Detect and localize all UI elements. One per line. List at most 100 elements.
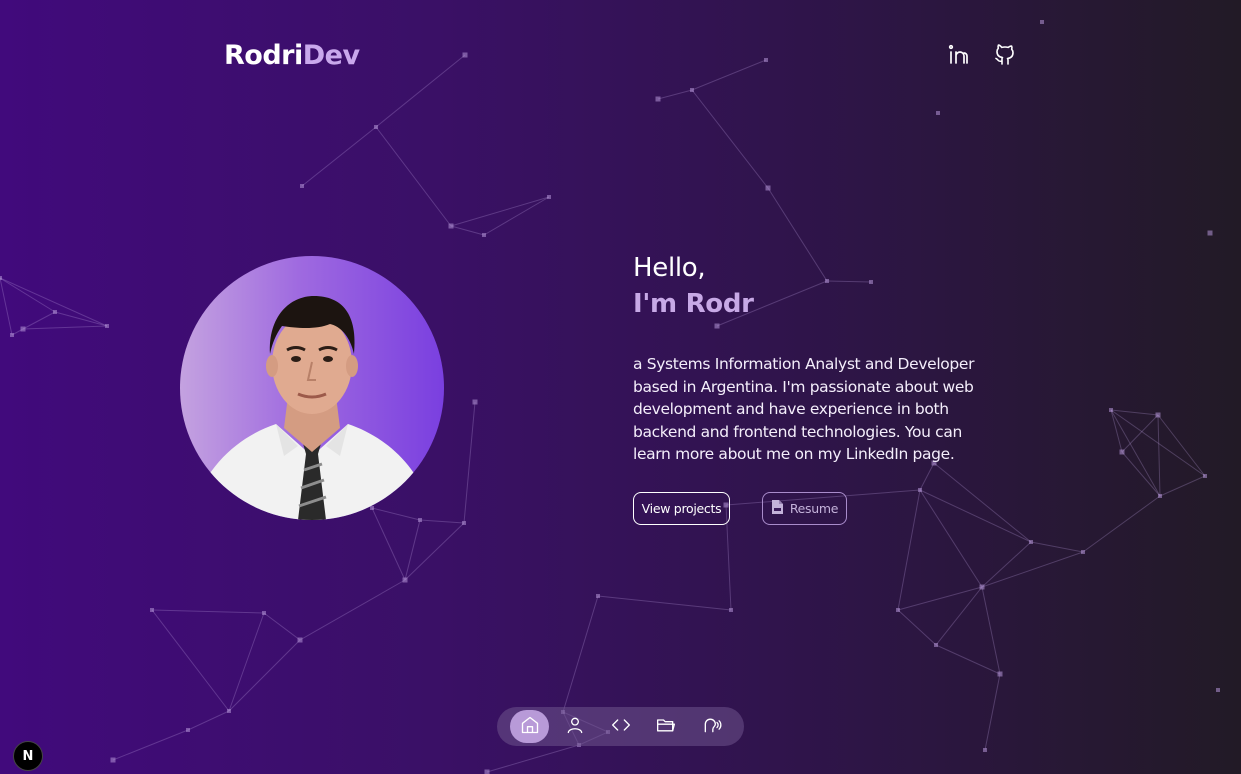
network-node bbox=[547, 195, 551, 199]
github-link[interactable] bbox=[992, 42, 1018, 70]
view-projects-button[interactable]: View projects bbox=[633, 492, 730, 525]
network-line bbox=[933, 462, 1032, 543]
network-line bbox=[22, 311, 56, 330]
network-line bbox=[1159, 475, 1206, 497]
network-line bbox=[1121, 451, 1161, 497]
code-icon bbox=[611, 715, 631, 739]
network-node bbox=[0, 276, 2, 280]
network-node bbox=[300, 184, 304, 188]
resume-label: Resume bbox=[789, 501, 839, 516]
network-node bbox=[53, 310, 57, 314]
network-line bbox=[897, 609, 937, 646]
nextjs-icon: N bbox=[22, 748, 34, 764]
hero-name: I'm Rodr bbox=[633, 289, 754, 319]
network-line bbox=[1082, 495, 1161, 553]
network-line bbox=[450, 196, 550, 227]
network-node bbox=[462, 52, 468, 58]
network-line bbox=[371, 507, 421, 521]
network-line bbox=[1121, 414, 1159, 453]
hero-greeting: Hello, bbox=[633, 253, 706, 283]
network-line bbox=[1157, 414, 1206, 477]
view-projects-label: View projects bbox=[641, 501, 722, 516]
network-line bbox=[301, 126, 377, 187]
network-line bbox=[151, 609, 230, 712]
network-line bbox=[1110, 409, 1123, 453]
network-node bbox=[448, 223, 454, 229]
network-line bbox=[0, 277, 56, 313]
network-node bbox=[1109, 408, 1113, 412]
contact-icon bbox=[702, 715, 722, 739]
network-node bbox=[402, 577, 408, 583]
network-line bbox=[112, 729, 189, 761]
network-node bbox=[934, 643, 938, 647]
profile-photo-illustration bbox=[190, 296, 434, 520]
network-line bbox=[897, 586, 983, 611]
network-node bbox=[150, 608, 154, 612]
network-line bbox=[767, 187, 828, 282]
network-line bbox=[375, 126, 452, 227]
network-line bbox=[404, 522, 465, 581]
network-line bbox=[22, 325, 108, 330]
network-node bbox=[20, 326, 26, 332]
network-line bbox=[228, 612, 265, 712]
network-node bbox=[227, 709, 231, 713]
network-node bbox=[472, 399, 478, 405]
network-node bbox=[418, 518, 422, 522]
network-node bbox=[983, 748, 987, 752]
network-line bbox=[1110, 409, 1206, 477]
network-line bbox=[463, 401, 476, 524]
network-node bbox=[1119, 449, 1125, 455]
network-node bbox=[765, 185, 771, 191]
site-logo[interactable]: RodriDev bbox=[224, 38, 360, 74]
network-line bbox=[404, 519, 421, 581]
network-line bbox=[657, 89, 693, 100]
network-line bbox=[1110, 409, 1161, 497]
network-node bbox=[896, 608, 900, 612]
network-line bbox=[897, 489, 921, 611]
nextjs-dev-badge[interactable]: N bbox=[13, 741, 43, 771]
logo-text-rodri: Rodri bbox=[224, 40, 303, 71]
network-line bbox=[826, 280, 872, 283]
network-line bbox=[486, 744, 580, 773]
network-line bbox=[597, 595, 732, 611]
network-node bbox=[462, 521, 466, 525]
network-node bbox=[690, 88, 694, 92]
network-node bbox=[979, 584, 985, 590]
network-line bbox=[375, 54, 466, 128]
network-line bbox=[1157, 414, 1161, 497]
network-node bbox=[370, 506, 374, 510]
network-line bbox=[54, 311, 108, 327]
network-node bbox=[186, 728, 190, 732]
network-node bbox=[918, 488, 922, 492]
profile-photo bbox=[180, 256, 444, 520]
logo-text-dev: Dev bbox=[302, 40, 360, 71]
dock-home-button[interactable] bbox=[510, 710, 549, 743]
network-node bbox=[869, 280, 873, 284]
github-icon bbox=[993, 42, 1017, 70]
bottom-dock-nav bbox=[497, 707, 744, 746]
network-line bbox=[981, 551, 1084, 588]
dock-about-button[interactable] bbox=[555, 710, 594, 743]
network-line bbox=[935, 586, 983, 646]
resume-button[interactable]: Resume bbox=[762, 492, 847, 525]
network-line bbox=[371, 507, 406, 581]
network-node bbox=[1203, 474, 1207, 478]
network-node bbox=[297, 637, 303, 643]
network-node bbox=[764, 58, 768, 62]
network-node bbox=[936, 111, 940, 115]
network-line bbox=[919, 489, 1032, 543]
dock-projects-button[interactable] bbox=[646, 710, 685, 743]
network-line bbox=[1110, 409, 1159, 416]
network-line bbox=[691, 89, 769, 189]
dock-skills-button[interactable] bbox=[601, 710, 640, 743]
network-line bbox=[151, 609, 265, 614]
pdf-file-icon bbox=[771, 500, 784, 517]
network-line bbox=[0, 277, 13, 336]
network-node bbox=[825, 279, 829, 283]
network-line bbox=[919, 489, 983, 588]
network-line bbox=[263, 612, 301, 641]
network-line bbox=[984, 673, 1001, 751]
linkedin-link[interactable] bbox=[946, 42, 972, 70]
dock-contact-button[interactable] bbox=[692, 710, 731, 743]
network-line bbox=[562, 595, 599, 713]
